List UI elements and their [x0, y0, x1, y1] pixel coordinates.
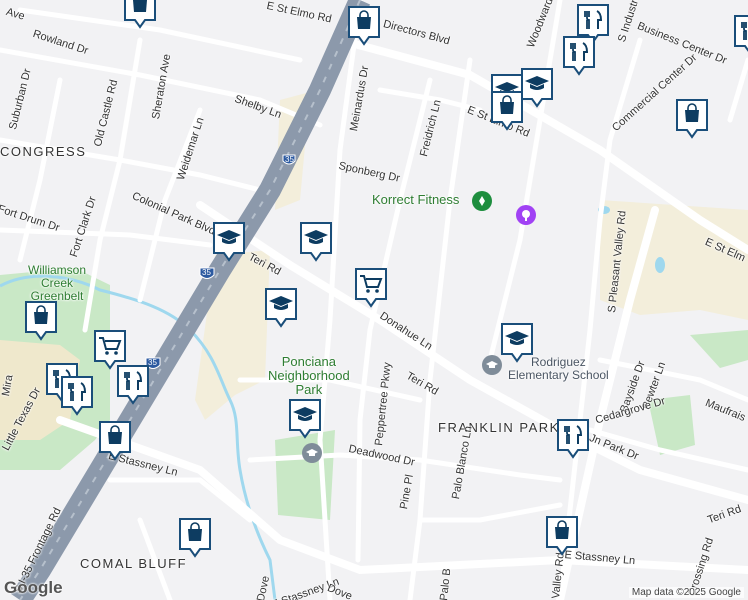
school-marker-pin[interactable] [500, 322, 534, 364]
graduation-cap-icon [300, 222, 332, 262]
shop-marker-pin[interactable] [24, 300, 58, 342]
graduation-cap-icon [521, 68, 553, 108]
map-attribution: Map data ©2025 Google [628, 587, 744, 598]
food-marker-pin[interactable] [562, 35, 596, 77]
shop-marker-pin[interactable] [675, 98, 709, 140]
fork-knife-icon [117, 365, 149, 405]
shop-marker-pin[interactable] [178, 517, 212, 559]
graduation-cap-icon [265, 288, 297, 328]
area-label-congress: CONGRESS [0, 144, 87, 159]
shop-marker-pin[interactable] [490, 90, 524, 132]
fork-knife-icon [734, 15, 748, 52]
school-marker-pin[interactable] [520, 67, 554, 109]
google-logo: Google [4, 578, 63, 597]
school-poi-icon[interactable] [302, 443, 322, 463]
food-marker-pin[interactable] [733, 14, 748, 56]
park-label[interactable]: Ponciana Neighborhood Park [268, 355, 350, 397]
shopping-bag-icon [179, 518, 211, 558]
school-marker-pin[interactable] [212, 221, 246, 263]
shop-marker-pin[interactable] [123, 0, 157, 30]
shopping-bag-icon [348, 6, 380, 46]
fitness-center-icon[interactable] [472, 191, 492, 211]
food-marker-pin[interactable] [556, 418, 590, 460]
cultural-poi-icon[interactable] [516, 205, 536, 225]
school-poi-icon[interactable] [482, 355, 502, 375]
cart-marker-pin[interactable] [354, 267, 388, 309]
shopping-bag-icon [676, 99, 708, 139]
fork-knife-icon [61, 376, 93, 416]
shopping-bag-icon [124, 0, 156, 29]
food-marker-pin[interactable] [60, 375, 94, 417]
graduation-cap-icon [501, 323, 533, 363]
interstate-shield-label: 35 [202, 268, 211, 277]
interstate-shield-label: 35 [285, 155, 294, 164]
graduation-cap-icon [289, 399, 321, 439]
fork-knife-icon [557, 419, 589, 459]
school-marker-pin[interactable] [264, 287, 298, 329]
shopping-bag-icon [491, 91, 523, 131]
shop-marker-pin[interactable] [98, 420, 132, 462]
area-label-franklin-park: FRANKLIN PARK [438, 420, 560, 435]
food-marker-pin[interactable] [116, 364, 150, 406]
school-marker-pin[interactable] [299, 221, 333, 263]
shop-marker-pin[interactable] [545, 515, 579, 557]
korrect-fitness-label[interactable]: Korrect Fitness [372, 193, 459, 207]
greenbelt-label[interactable]: Williamson Creek Greenbelt [28, 264, 86, 303]
fork-knife-icon [563, 36, 595, 76]
graduation-cap-icon [213, 222, 245, 262]
shop-marker-pin[interactable] [347, 5, 381, 47]
map-canvas[interactable]: CONGRESS FRANKLIN PARK COMAL BLUFF Korre… [0, 0, 748, 600]
shopping-bag-icon [25, 301, 57, 341]
area-label-comal-bluff: COMAL BLUFF [80, 556, 188, 571]
shopping-bag-icon [99, 421, 131, 461]
shopping-bag-icon [546, 516, 578, 556]
school-marker-pin[interactable] [288, 398, 322, 440]
shopping-cart-icon [355, 268, 387, 308]
